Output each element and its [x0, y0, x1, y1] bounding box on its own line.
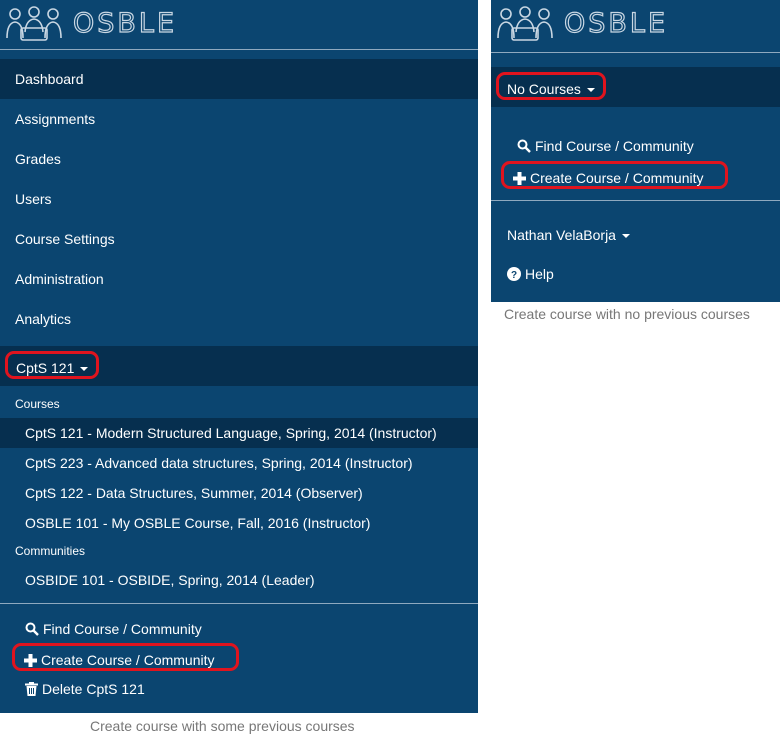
user-menu[interactable]: Nathan VelaBorja [507, 221, 630, 249]
help-label: Help [525, 266, 554, 282]
delete-course-label: Delete CptS 121 [42, 681, 145, 697]
osble-logo-icon [497, 6, 553, 41]
brand-name: OSBLE [563, 7, 669, 39]
course-dropdown[interactable]: No Courses [496, 72, 606, 100]
osble-logo[interactable]: OSBLE [5, 4, 177, 42]
course-dropdown-label: CptS 121 [16, 360, 75, 376]
create-course-link[interactable]: Create Course / Community [501, 161, 728, 189]
caret-down-icon [621, 234, 630, 239]
course-item[interactable]: CptS 223 - Advanced data structures, Spr… [0, 448, 478, 478]
left-caption: Create course with some previous courses [90, 718, 355, 734]
user-name: Nathan VelaBorja [507, 227, 616, 243]
right-caption: Create course with no previous courses [504, 306, 750, 322]
create-course-label: Create Course / Community [41, 652, 215, 668]
community-item[interactable]: OSBIDE 101 - OSBIDE, Spring, 2014 (Leade… [0, 565, 478, 595]
divider [0, 603, 478, 604]
nav-analytics[interactable]: Analytics [0, 299, 478, 339]
nav-dashboard[interactable]: Dashboard [0, 59, 478, 99]
search-icon [25, 622, 39, 636]
find-course-label: Find Course / Community [43, 621, 202, 637]
brand-name: OSBLE [72, 7, 178, 39]
right-sidebar: OSBLE No Courses Find Course / Community… [491, 0, 780, 302]
course-item[interactable]: CptS 122 - Data Structures, Summer, 2014… [0, 478, 478, 508]
help-circle-icon: ? [507, 267, 521, 281]
caret-down-icon [586, 88, 595, 93]
nav-course-settings[interactable]: Course Settings [0, 219, 478, 259]
course-dropdown[interactable]: CptS 121 [5, 351, 100, 379]
svg-text:?: ? [511, 270, 517, 281]
divider [491, 200, 780, 201]
find-course-link[interactable]: Find Course / Community [517, 132, 694, 160]
divider [0, 49, 478, 50]
nav-users[interactable]: Users [0, 179, 478, 219]
plus-icon [513, 172, 526, 185]
course-item[interactable]: OSBLE 101 - My OSBLE Course, Fall, 2016 … [0, 508, 478, 538]
course-item[interactable]: CptS 121 - Modern Structured Language, S… [0, 418, 478, 448]
osble-logo-icon [6, 6, 62, 41]
search-icon [517, 139, 531, 153]
help-link[interactable]: ? Help [507, 260, 554, 288]
courses-heading: Courses [15, 397, 60, 411]
trash-icon [25, 682, 38, 696]
divider [491, 52, 780, 53]
nav-grades[interactable]: Grades [0, 139, 478, 179]
plus-icon [24, 654, 37, 667]
course-dropdown-label: No Courses [507, 81, 581, 97]
create-course-link[interactable]: Create Course / Community [12, 643, 239, 671]
course-selector-bar: No Courses [491, 67, 780, 107]
caret-down-icon [80, 367, 89, 372]
delete-course-link[interactable]: Delete CptS 121 [25, 675, 145, 703]
create-course-label: Create Course / Community [530, 170, 704, 186]
nav-assignments[interactable]: Assignments [0, 99, 478, 139]
find-course-label: Find Course / Community [535, 138, 694, 154]
nav-administration[interactable]: Administration [0, 259, 478, 299]
course-selector-bar: CptS 121 [0, 346, 478, 386]
left-sidebar: OSBLE Dashboard Assignments Grades Users… [0, 0, 478, 713]
find-course-link[interactable]: Find Course / Community [25, 615, 202, 643]
communities-heading: Communities [15, 544, 86, 558]
osble-logo[interactable]: OSBLE [496, 4, 668, 42]
